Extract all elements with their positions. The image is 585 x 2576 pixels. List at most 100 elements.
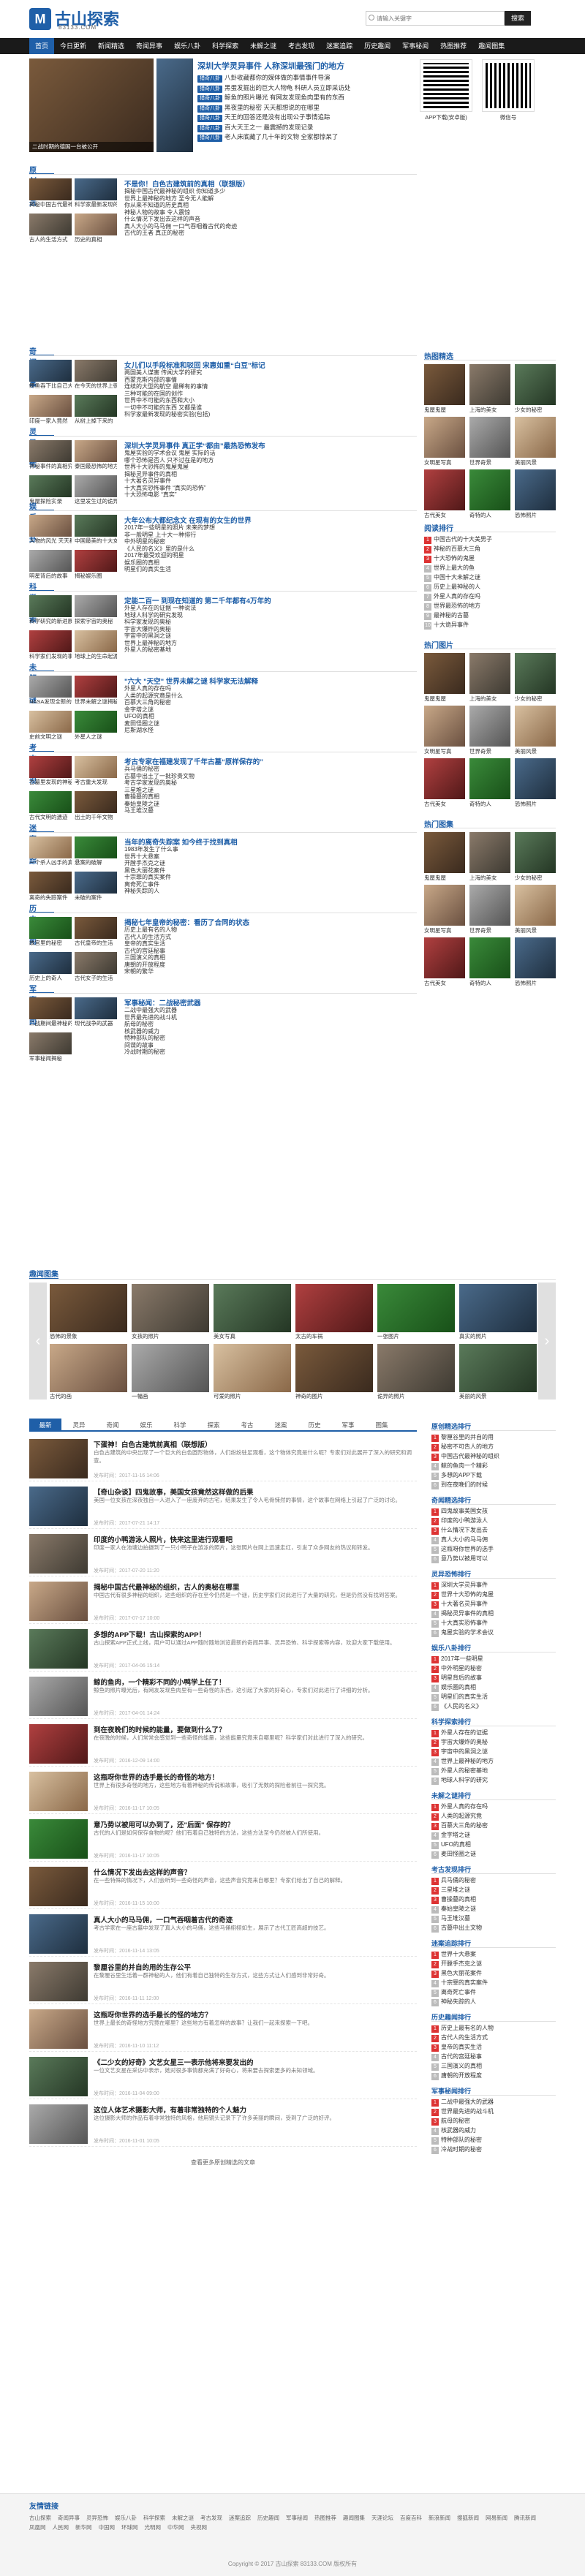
- section-thumb[interactable]: [29, 676, 72, 698]
- top-news-item[interactable]: 猎奇八卦 黑夜里的秘密 天天都想说的在哪里: [197, 103, 373, 113]
- gallery-image[interactable]: [132, 1284, 209, 1332]
- section-list-item[interactable]: 2017年最受欢迎的明星: [124, 552, 402, 559]
- side-rank-item[interactable]: 3 皇帝的真实生活: [431, 2042, 556, 2052]
- sidebar-thumb[interactable]: [515, 758, 556, 799]
- section-list-item[interactable]: 鬼屋实验的学术会议 鬼屋 实际的话: [124, 450, 402, 457]
- side-rank-item[interactable]: 5 外星人的秘密基地: [431, 1766, 556, 1775]
- side-rank-item[interactable]: 3 航母的秘密: [431, 2116, 556, 2126]
- sidebar-thumb-caption[interactable]: 古代美女: [424, 801, 465, 808]
- section-list-item[interactable]: 神秘人物的故事 令人震惊: [124, 209, 402, 216]
- section-thumb-caption[interactable]: 人物的风光 天天都想说的: [29, 537, 72, 545]
- sidebar-thumb-caption[interactable]: 世界奇景: [469, 927, 510, 934]
- section-list-item[interactable]: 古墓中出土了一批珍贵文物: [124, 773, 402, 780]
- section-headline[interactable]: 揭秘七年皇帝的秘密：看历了合同的状态: [124, 917, 402, 927]
- section-thumb[interactable]: [75, 440, 117, 462]
- gallery-caption[interactable]: 神奇的图片: [295, 1393, 373, 1400]
- section-thumb[interactable]: [29, 360, 72, 382]
- section-list-item[interactable]: 曹操墓的真相: [124, 793, 402, 801]
- nav-item[interactable]: 奇闻异事: [130, 38, 168, 54]
- section-thumb-caption[interactable]: 一个杀人凶手的真相: [29, 859, 72, 866]
- nav-item[interactable]: 趣闻图集: [472, 38, 510, 54]
- friend-link[interactable]: 光明网: [145, 2524, 162, 2531]
- side-rank-item[interactable]: 4 揭秘灵异事件的真相: [431, 1609, 556, 1618]
- category-tag[interactable]: 猎奇八卦: [197, 85, 222, 93]
- nav-item[interactable]: 历史趣闻: [358, 38, 396, 54]
- section-thumb[interactable]: [29, 711, 72, 733]
- sidebar-thumb[interactable]: [424, 417, 465, 458]
- section-list-item[interactable]: 兵马俑的秘密: [124, 766, 402, 773]
- nav-item[interactable]: 今日更新: [54, 38, 92, 54]
- section-list-item[interactable]: 科学家最新发现的秘密实验(包括): [124, 411, 402, 418]
- rank-item[interactable]: 5 中国十大未解之谜: [424, 573, 556, 582]
- section-list-item[interactable]: 世界上最神秘的地方 至今无人能解: [124, 195, 402, 203]
- sidebar-thumb-caption[interactable]: 鬼屋鬼屋: [424, 695, 465, 703]
- section-list-item[interactable]: 考古学家发现的奥秘: [124, 779, 402, 787]
- section-list-item[interactable]: 连续的大型的航空 最稀有的事情: [124, 383, 402, 390]
- section-list-item[interactable]: 三种可能的在国的创作: [124, 390, 402, 398]
- section-thumb[interactable]: [29, 630, 72, 652]
- side-rank-item[interactable]: 5 这瓶呀你世界的选手: [431, 1544, 556, 1554]
- section-thumb[interactable]: [75, 630, 117, 652]
- section-list-item[interactable]: 外星人存在的证据 一种说法: [124, 605, 402, 612]
- side-rank-item[interactable]: 4 十宗罪的真实案件: [431, 1978, 556, 1987]
- tab-2[interactable]: 奇闻: [97, 1419, 129, 1432]
- side-rank-item[interactable]: 2 古代人的生活方式: [431, 2033, 556, 2042]
- friend-link[interactable]: 军事秘闻: [286, 2515, 308, 2521]
- section-headline[interactable]: 不是你！白色古建筑前的真相（联想版）: [124, 178, 402, 189]
- section-thumb-caption[interactable]: 二战期间最神秘的武器: [29, 1020, 72, 1027]
- sidebar-thumb-caption[interactable]: 古代美女: [424, 980, 465, 987]
- sidebar-thumb-caption[interactable]: 上海的美女: [469, 695, 510, 703]
- section-list-item[interactable]: 皇帝的真实生活: [124, 940, 402, 948]
- section-list-item[interactable]: 世界十大悬案: [124, 853, 402, 861]
- section-thumb[interactable]: [29, 791, 72, 813]
- section-thumb-caption[interactable]: 古人的生活方式: [29, 236, 72, 243]
- section-list-item[interactable]: 《人民的名义》里的是什么: [124, 545, 402, 553]
- sidebar-thumb-caption[interactable]: 女明星写真: [424, 927, 465, 934]
- section-thumb[interactable]: [75, 676, 117, 698]
- friend-link[interactable]: 科学探索: [143, 2515, 165, 2521]
- section-list-item[interactable]: 金字塔之谜: [124, 706, 402, 714]
- top-news-item[interactable]: 猎奇八卦 百大天王之一 最震撼的发现记录: [197, 123, 373, 133]
- section-list-item[interactable]: 哪个恐怖是否人 只不过在是的地方: [124, 457, 402, 464]
- section-list-item[interactable]: 揭秘灵异事件的真相: [124, 471, 402, 478]
- side-rank-item[interactable]: 1 2017年一些明星: [431, 1654, 556, 1663]
- news-image[interactable]: [29, 1962, 88, 2001]
- top-news-item[interactable]: 猎奇八卦 老人床底藏了几十年的文物 全家都惊呆了: [197, 132, 373, 143]
- section-thumb-caption[interactable]: 古代皇帝的生活: [75, 940, 117, 947]
- side-rank-item[interactable]: 5 明星们的真实生活: [431, 1692, 556, 1701]
- section-thumb-caption[interactable]: 世界未解之谜揭秘: [75, 698, 117, 706]
- news-image[interactable]: [29, 1582, 88, 1621]
- section-list-item[interactable]: 宇宙中的黑洞之谜: [124, 632, 402, 640]
- side-rank-item[interactable]: 5 离奇死亡事件: [431, 1987, 556, 1997]
- side-rank-item[interactable]: 3 百慕大三角的秘密: [431, 1821, 556, 1830]
- side-rank-item[interactable]: 1 兵马俑的秘密: [431, 1876, 556, 1885]
- sidebar-thumb[interactable]: [515, 832, 556, 873]
- friend-link[interactable]: 环球网: [121, 2524, 138, 2531]
- gallery-image[interactable]: [459, 1284, 537, 1332]
- section-list-item[interactable]: 唐朝的开放程度: [124, 962, 402, 969]
- section-thumb-caption[interactable]: 鳄鱼吞下比自己大的: [29, 382, 72, 390]
- section-list-item[interactable]: 马王堆汉墓: [124, 807, 402, 815]
- top-news-item[interactable]: 猎奇八卦 八卦收藏都你的媒体做的事情事件导演: [197, 73, 373, 83]
- section-thumb[interactable]: [75, 395, 117, 417]
- side-rank-item[interactable]: 4 鲸的鱼肉一个精彩: [431, 1461, 556, 1470]
- friend-link[interactable]: 新华网: [75, 2524, 92, 2531]
- news-title[interactable]: 这位人体艺术摄影大师，有着非常独特的个人魅力: [94, 2104, 246, 2115]
- section-headline[interactable]: 当年的离奇失踪案 如今终于找到真相: [124, 836, 402, 847]
- section-thumb[interactable]: [29, 1032, 72, 1054]
- section-thumb[interactable]: [29, 550, 72, 572]
- category-tag[interactable]: 猎奇八卦: [197, 115, 222, 122]
- category-tag[interactable]: 猎奇八卦: [197, 124, 222, 132]
- section-list-item[interactable]: 二战中最强大的武器: [124, 1007, 402, 1014]
- gallery-caption[interactable]: 可爱的照片: [214, 1393, 291, 1400]
- section-thumb-caption[interactable]: 离奇的失踪案件: [29, 894, 72, 902]
- sidebar-thumb-caption[interactable]: 美丽风景: [515, 927, 556, 934]
- section-thumb-caption[interactable]: 揭秘中国古代最神秘的组织: [29, 201, 72, 208]
- gallery-caption[interactable]: 恐怖的景象: [50, 1333, 127, 1340]
- section-list-item[interactable]: 冷战时期的秘密: [124, 1049, 402, 1056]
- side-rank-item[interactable]: 2 人类的起源究竟: [431, 1811, 556, 1821]
- news-image[interactable]: [29, 1534, 88, 1574]
- sidebar-thumb-caption[interactable]: 奇特的人: [469, 980, 510, 987]
- gallery-next-button[interactable]: ›: [538, 1283, 556, 1400]
- news-title[interactable]: 《二少女的好奇》文艺女星三一表示他将来要发出的: [94, 2057, 254, 2067]
